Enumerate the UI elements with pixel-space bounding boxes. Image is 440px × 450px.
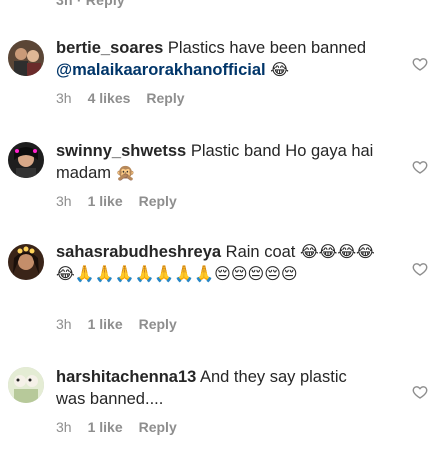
comment-time[interactable]: 3h (56, 316, 72, 332)
comment-username[interactable]: sahasrabudheshreya (56, 243, 221, 261)
comment-time[interactable]: 3h (56, 419, 72, 435)
comment-likes[interactable]: 1 like (88, 316, 123, 332)
comment-likes[interactable]: 4 likes (88, 90, 131, 106)
comment-username[interactable]: swinny_shwetss (56, 142, 186, 160)
avatar[interactable] (8, 244, 44, 280)
comment-text: harshitachenna13 And they say plastic wa… (56, 366, 378, 410)
comment-meta: 3h 4 likes Reply (56, 90, 185, 106)
mention-link[interactable]: @malaikaarorakhanofficial (56, 61, 266, 79)
reply-button[interactable]: Reply (139, 193, 177, 209)
heart-outline-icon[interactable] (412, 159, 428, 175)
comment-text: swinny_shwetss Plastic band Ho gaya hai … (56, 140, 378, 184)
comment-likes[interactable]: 1 like (88, 419, 123, 435)
comment-body: Rain coat (221, 243, 300, 261)
comment-text: bertie_soares Plastics have been banned … (56, 37, 378, 81)
comment-text: sahasrabudheshreya Rain coat 😂😂😂😂😂🙏🙏🙏🙏🙏🙏… (56, 241, 386, 285)
comment-time[interactable]: 3h (56, 193, 72, 209)
comment-likes[interactable]: 1 like (88, 193, 123, 209)
heart-outline-icon[interactable] (412, 384, 428, 400)
avatar[interactable] (8, 367, 44, 403)
avatar[interactable] (8, 142, 44, 178)
reply-button[interactable]: Reply (139, 419, 177, 435)
emoji: 🙊 (115, 163, 136, 182)
emoji: 😂 (270, 60, 289, 79)
previous-comment-meta: 3h · Reply (56, 0, 125, 8)
reply-button[interactable]: Reply (146, 90, 184, 106)
comment-body: Plastics have been banned (163, 39, 367, 57)
heart-outline-icon[interactable] (412, 56, 428, 72)
comment-username[interactable]: bertie_soares (56, 39, 163, 57)
comment-meta: 3h 1 like Reply (56, 419, 177, 435)
comment-time[interactable]: 3h (56, 90, 72, 106)
avatar[interactable] (8, 40, 44, 76)
comment-meta: 3h 1 like Reply (56, 193, 177, 209)
comment-meta: 3h 1 like Reply (56, 316, 177, 332)
comment-username[interactable]: harshitachenna13 (56, 368, 196, 386)
heart-outline-icon[interactable] (412, 261, 428, 277)
reply-button[interactable]: Reply (139, 316, 177, 332)
